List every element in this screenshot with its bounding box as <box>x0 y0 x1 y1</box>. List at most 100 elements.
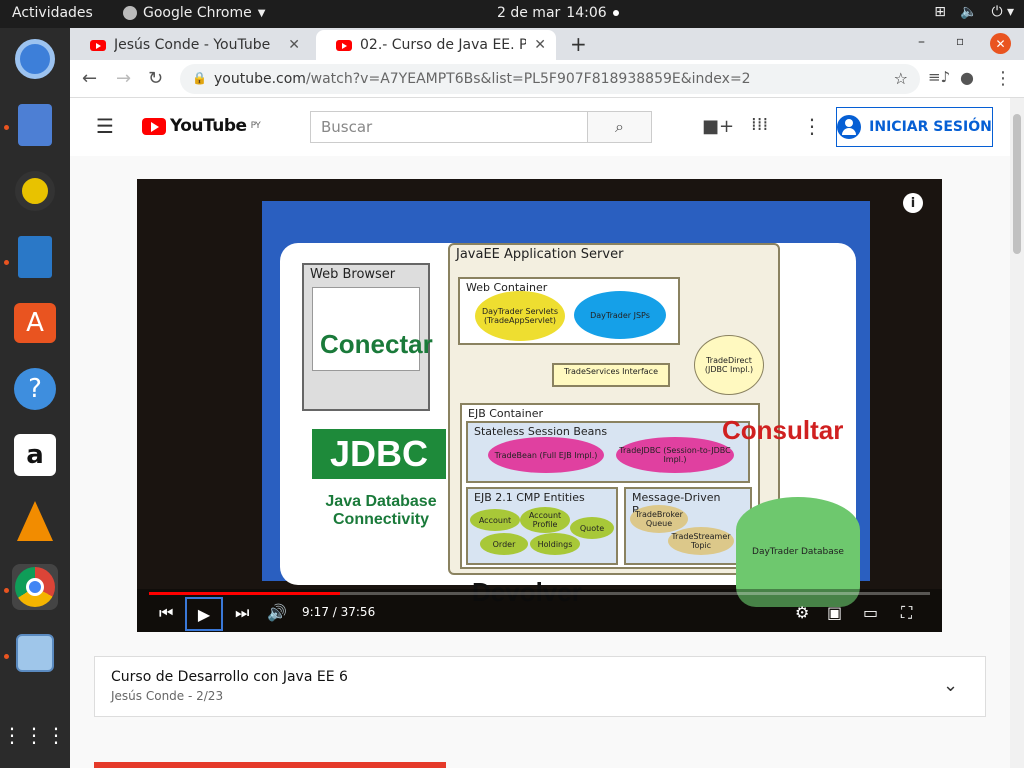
video-player[interactable]: JavaEE Application Server Web Browser We… <box>137 179 942 632</box>
signin-button[interactable]: INICIAR SESIÓN <box>836 107 993 147</box>
date-text: 2 de mar <box>497 5 561 21</box>
play-button[interactable]: ▶ <box>185 597 223 631</box>
media-control-icon[interactable]: ≡♪ <box>928 68 950 86</box>
progress-bar[interactable] <box>149 592 930 595</box>
close-window-icon[interactable]: ✕ <box>990 33 1011 54</box>
youtube-favicon-icon <box>90 39 106 51</box>
toolbar: ← → ↻ 🔒 youtube.com/watch?v=A7YEAMPT6Bs&… <box>70 60 1024 98</box>
web-browser-label: Web Browser <box>310 267 396 282</box>
bookmark-star-icon[interactable]: ☆ <box>894 69 908 88</box>
running-indicator <box>4 260 9 265</box>
fullscreen-icon[interactable]: ⛶ <box>901 603 912 623</box>
chromium-icon[interactable] <box>12 36 58 82</box>
cmp-label: EJB 2.1 CMP Entities <box>474 491 585 504</box>
jsps-ellipse: DayTrader JSPs <box>572 289 668 341</box>
volume-icon: 🔈 <box>960 4 978 20</box>
volume-icon[interactable]: 🔊 <box>267 603 287 622</box>
writer-icon[interactable] <box>12 234 58 280</box>
next-icon[interactable]: ⏭ <box>235 603 249 623</box>
previous-icon[interactable]: ⏮ <box>159 603 173 623</box>
omnibox[interactable]: 🔒 youtube.com/watch?v=A7YEAMPT6Bs&list=P… <box>180 64 920 94</box>
video-title-cutoff <box>94 762 446 768</box>
dock: A ? a ⋮⋮⋮ <box>0 28 70 768</box>
settings-more-icon[interactable]: ⋮ <box>802 114 822 138</box>
notification-dot-icon <box>612 10 619 16</box>
software-center-icon[interactable]: A <box>12 300 58 346</box>
amazon-icon[interactable]: a <box>12 432 58 478</box>
playlist-subtitle: Jesús Conde - 2/23 <box>111 689 224 703</box>
search-button[interactable]: ⌕ <box>587 111 652 143</box>
chrome-menu-icon[interactable]: ⋮ <box>994 68 1012 89</box>
miniplayer-icon[interactable]: ▣ <box>827 603 842 622</box>
theater-mode-icon[interactable]: ▭ <box>863 603 878 622</box>
youtube-logo[interactable]: YouTube PY <box>142 116 261 136</box>
trade-direct-ellipse: TradeDirect (JDBC Impl.) <box>694 335 764 395</box>
playlist-panel[interactable]: Curso de Desarrollo con Java EE 6 Jesús … <box>94 656 986 717</box>
holdings-ellipse: Holdings <box>530 533 580 555</box>
search-input[interactable]: Buscar <box>310 111 588 143</box>
servlets-ellipse: DayTrader Servlets (TradeAppServlet) <box>475 291 565 341</box>
files-icon[interactable] <box>12 102 58 148</box>
show-apps-icon[interactable]: ⋮⋮⋮ <box>2 712 66 758</box>
rhythmbox-icon[interactable] <box>12 168 58 214</box>
conectar-label: Conectar <box>320 329 433 359</box>
running-indicator <box>4 654 9 659</box>
vlc-icon[interactable] <box>12 498 58 544</box>
chevron-down-icon[interactable]: ⌄ <box>943 675 958 696</box>
maximize-icon[interactable]: ▫ <box>956 34 964 48</box>
power-icon: ⏻ ▾ <box>991 4 1014 20</box>
system-tray[interactable]: ⊞ 🔈 ⏻ ▾ <box>934 4 1014 20</box>
create-video-icon[interactable]: ■+ <box>702 116 734 137</box>
url-host: youtube.com <box>214 71 306 87</box>
jdbc-label: JDBC <box>312 429 446 479</box>
player-controls <box>137 589 942 632</box>
page-scrollbar[interactable] <box>1010 98 1024 768</box>
chrome-icon[interactable] <box>12 564 58 610</box>
account-profile-ellipse: Account Profile <box>520 507 570 533</box>
reload-icon[interactable]: ↻ <box>148 68 163 89</box>
scrollbar-thumb[interactable] <box>1013 114 1021 254</box>
tab-title: Jesús Conde - YouTube <box>114 37 271 53</box>
broker-queue-ellipse: TradeBroker Queue <box>630 505 688 533</box>
back-icon[interactable]: ← <box>82 68 97 89</box>
logo-text: YouTube <box>170 116 247 136</box>
minimize-icon[interactable]: – <box>918 34 925 50</box>
virtualbox-icon[interactable] <box>12 630 58 676</box>
info-icon[interactable]: i <box>903 193 923 213</box>
apps-grid-icon[interactable]: ⁞⁞⁞ <box>751 114 768 135</box>
url-path: /watch?v=A7YEAMPT6Bs&list=PL5F907F818938… <box>305 71 751 87</box>
consultar-label: Consultar <box>722 415 844 445</box>
tab-title: 02.- Curso de Java EE. Per <box>360 37 527 53</box>
search-icon: ⌕ <box>615 117 624 136</box>
playlist-title: Curso de Desarrollo con Java EE 6 <box>111 669 348 685</box>
running-indicator <box>4 125 9 130</box>
profile-icon[interactable]: ● <box>960 68 974 87</box>
tab-jesus-conde[interactable]: Jesús Conde - YouTube ✕ <box>70 30 310 60</box>
help-icon[interactable]: ? <box>12 366 58 412</box>
stateless-label: Stateless Session Beans <box>474 425 608 438</box>
hamburger-menu-icon[interactable]: ☰ <box>96 114 114 138</box>
progress-fill <box>149 592 340 595</box>
forward-icon[interactable]: → <box>116 68 131 89</box>
close-tab-icon[interactable]: ✕ <box>534 37 546 53</box>
trade-jdbc-ellipse: TradeJDBC (Session-to-JDBC Impl.) <box>616 437 734 473</box>
tab-curso-java[interactable]: 02.- Curso de Java EE. Per ✕ <box>316 30 556 60</box>
account-ellipse: Account <box>470 509 520 531</box>
trade-bean-ellipse: TradeBean (Full EJB Impl.) <box>488 437 604 473</box>
youtube-favicon-icon <box>336 39 352 51</box>
activities-button[interactable]: Actividades <box>12 5 93 21</box>
app-server-label: JavaEE Application Server <box>456 247 624 262</box>
signin-label: INICIAR SESIÓN <box>869 119 992 135</box>
app-menu[interactable]: Google Chrome ▼ <box>123 5 265 21</box>
chrome-icon <box>123 6 137 20</box>
time-text: 14:06 <box>566 5 607 21</box>
tab-strip: Jesús Conde - YouTube ✕ 02.- Curso de Ja… <box>70 28 1024 60</box>
new-tab-icon[interactable]: + <box>570 32 587 56</box>
trade-services-box: TradeServices Interface <box>552 363 670 387</box>
slide-canvas: JavaEE Application Server Web Browser We… <box>280 243 860 607</box>
time-display: 9:17 / 37:56 <box>302 605 376 619</box>
close-tab-icon[interactable]: ✕ <box>288 37 300 53</box>
clock[interactable]: 2 de mar 14:06 <box>497 5 619 21</box>
settings-gear-icon[interactable]: ⚙ <box>795 603 809 622</box>
chevron-down-icon: ▼ <box>257 7 266 19</box>
